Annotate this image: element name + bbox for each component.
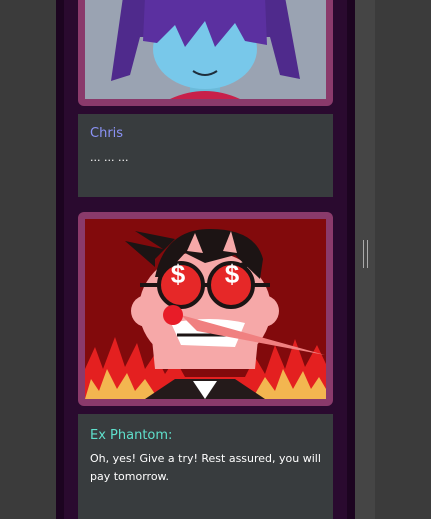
portrait-frame-ex-phantom: $ $ [78, 212, 333, 406]
eye-left-symbol: $ [170, 259, 186, 289]
eye-right-symbol: $ [224, 259, 240, 289]
dialog-text: ··· ··· ··· [90, 154, 129, 167]
speaker-name: Chris [90, 126, 124, 141]
ex-phantom-portrait-image [85, 219, 326, 399]
dialog-box-chris: Chris ··· ··· ··· [78, 114, 333, 197]
chris-portrait-image [85, 0, 326, 99]
panel-right-border [347, 0, 355, 519]
portrait-frame-chris [78, 0, 333, 106]
dialog-box-ex-phantom: Ex Phantom: Oh, yes! Give a try! Rest as… [78, 414, 333, 519]
speaker-name: Ex Phantom: [90, 428, 173, 443]
resize-handle[interactable] [363, 240, 368, 268]
panel-left-border [56, 0, 64, 519]
dialog-text: Oh, yes! Give a try! Rest assured, you w… [90, 452, 321, 483]
